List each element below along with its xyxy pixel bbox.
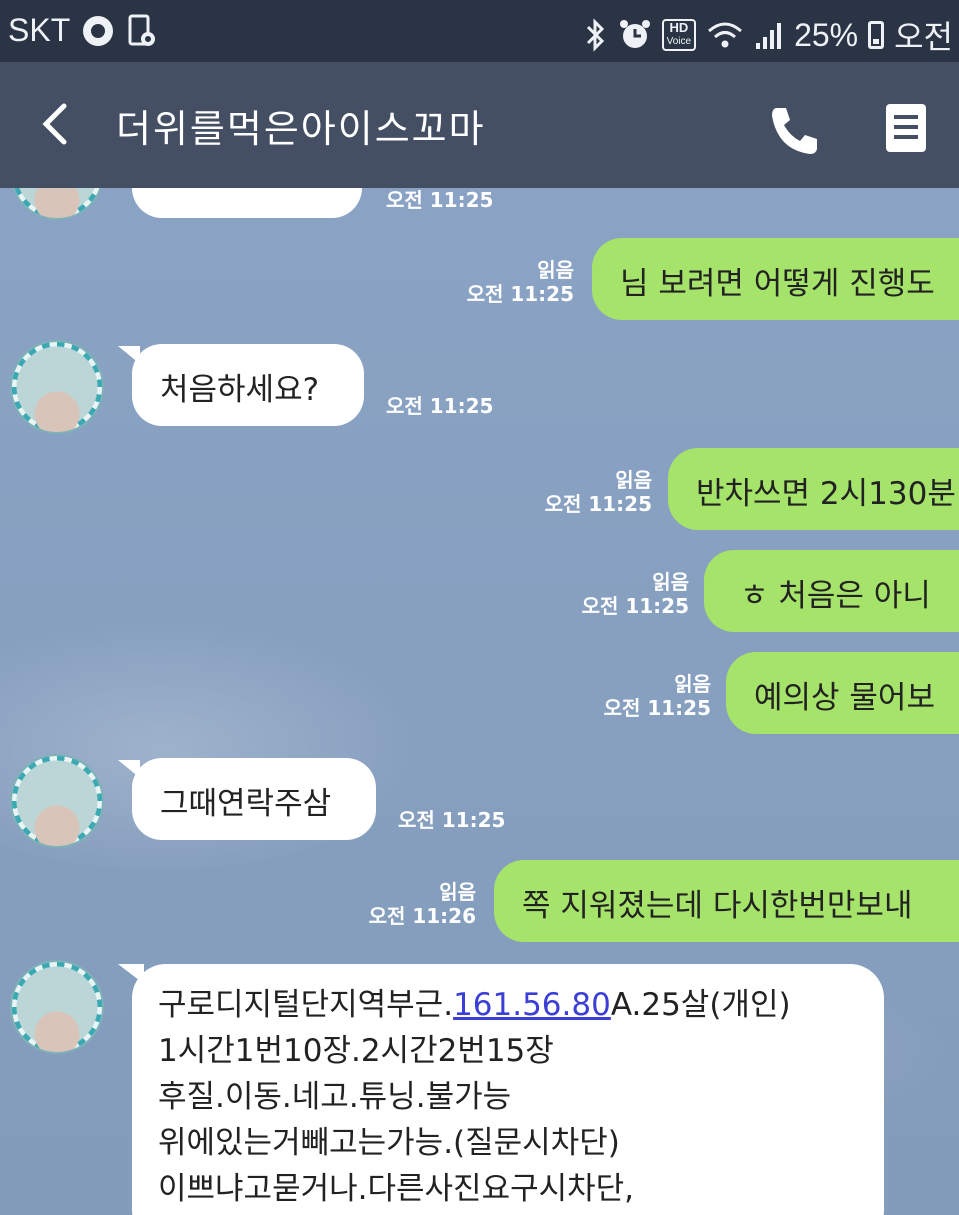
message-line: 후질.이동.네고.튜닝.불가능	[158, 1079, 512, 1115]
hd-label: HD	[669, 20, 689, 35]
time-label: 오전 11:25	[544, 492, 652, 516]
chat-header: 더위를먹은아이스꼬마	[0, 62, 959, 188]
message-bubble-in[interactable]	[132, 188, 362, 218]
time-label: 오전 11:25	[603, 696, 711, 720]
read-label: 읽음	[615, 468, 652, 492]
message-meta: 읽음 오전 11:25	[604, 672, 711, 720]
message-meta: 읽음 오전 11:25	[545, 468, 652, 516]
battery-percent: 25%	[794, 16, 859, 53]
message-bubble-out[interactable]: 쪽 지워졌는데 다시한번만보내	[494, 860, 959, 942]
message-text: 예의상 물어보	[754, 680, 935, 716]
wifi-icon	[708, 22, 743, 48]
message-text: 처음하세요?	[160, 372, 320, 408]
phone-call-icon[interactable]	[766, 102, 822, 158]
avatar[interactable]	[10, 960, 104, 1054]
hd-voice-icon: HD Voice	[661, 19, 697, 51]
message-bubble-out[interactable]: 예의상 물어보	[726, 652, 959, 734]
read-label: 읽음	[537, 258, 574, 282]
avatar[interactable]	[10, 188, 104, 220]
hd-sub-label: Voice	[666, 36, 692, 47]
time-label: 오전 11:25	[386, 394, 494, 418]
bluetooth-icon	[586, 18, 604, 52]
clock-label: 오전	[894, 19, 953, 55]
message-meta: 읽음 오전 11:26	[369, 880, 476, 928]
chat-title: 더위를먹은아이스꼬마	[116, 107, 486, 151]
message-text: 반차쓰면 2시130분	[696, 476, 956, 512]
battery-icon	[868, 21, 885, 49]
message-meta: 읽음 오전 11:25	[467, 258, 574, 306]
message-bubble-in-long[interactable]: 구로디지털단지역부근.161.56.80A.25살(개인) 1시간1번10장.2…	[132, 964, 884, 1215]
message-bubble-out[interactable]: 님 보려면 어떻게 진행도	[592, 238, 959, 320]
record-icon	[83, 15, 114, 46]
message-text: 쪽 지워졌는데 다시한번만보내	[522, 888, 913, 924]
message-bubble-in[interactable]: 그때연락주삼	[118, 758, 376, 840]
message-bubble-in[interactable]: 처음하세요?	[118, 344, 364, 426]
read-label: 읽음	[439, 880, 476, 904]
ip-link[interactable]: 161.56.80	[453, 987, 611, 1023]
carrier-label: SKT	[8, 12, 71, 48]
time-label: 오전 11:25	[581, 594, 689, 618]
message-time: 오전 11:25	[386, 394, 493, 418]
avatar[interactable]	[10, 754, 104, 848]
message-meta: 읽음 오전 11:25	[582, 570, 689, 618]
time-label: 오전 11:25	[466, 282, 574, 306]
message-text: 구로디지털단지역부근.	[158, 987, 454, 1023]
status-bar-right: HD Voice 25% 오전	[584, 12, 953, 58]
message-line: 구로디지털단지역부근.161.56.80A.25살(개인)	[158, 982, 858, 1028]
message-time: 오전 11:25	[398, 808, 505, 832]
time-label: 오전 11:25	[386, 188, 494, 212]
storage-icon	[128, 14, 156, 46]
message-line: 위에있는거빼고는가능.(질문시차단)	[158, 1125, 620, 1161]
read-label: 읽음	[674, 672, 711, 696]
time-label: 오전 11:26	[368, 904, 476, 928]
signal-icon	[756, 23, 782, 49]
message-bubble-out[interactable]: 반차쓰면 2시130분	[668, 448, 959, 530]
message-text: ㅎ 처음은 아니	[740, 578, 931, 614]
menu-icon[interactable]	[884, 102, 928, 154]
message-text: 님 보려면 어떻게 진행도	[620, 266, 935, 302]
read-label: 읽음	[652, 570, 689, 594]
alarm-icon	[619, 20, 650, 48]
message-text: A.25살(개인)	[610, 987, 791, 1023]
back-arrow-icon[interactable]	[36, 102, 80, 146]
status-bar: SKT HD Voice 25% 오전	[0, 0, 959, 62]
status-bar-left: SKT	[8, 12, 158, 49]
chat-area[interactable]: 오전 11:25 읽음 오전 11:25 님 보려면 어떻게 진행도 처음하세요…	[0, 188, 959, 1215]
message-time: 오전 11:25	[386, 188, 493, 212]
avatar[interactable]	[10, 340, 104, 434]
time-label: 오전 11:25	[398, 808, 506, 832]
message-bubble-out[interactable]: ㅎ 처음은 아니	[704, 550, 959, 632]
message-line: 이쁘냐고묻거나.다른사진요구시차단,	[158, 1171, 635, 1207]
message-line: 1시간1번10장.2시간2번15장	[158, 1033, 554, 1069]
message-text: 그때연락주삼	[160, 786, 332, 822]
